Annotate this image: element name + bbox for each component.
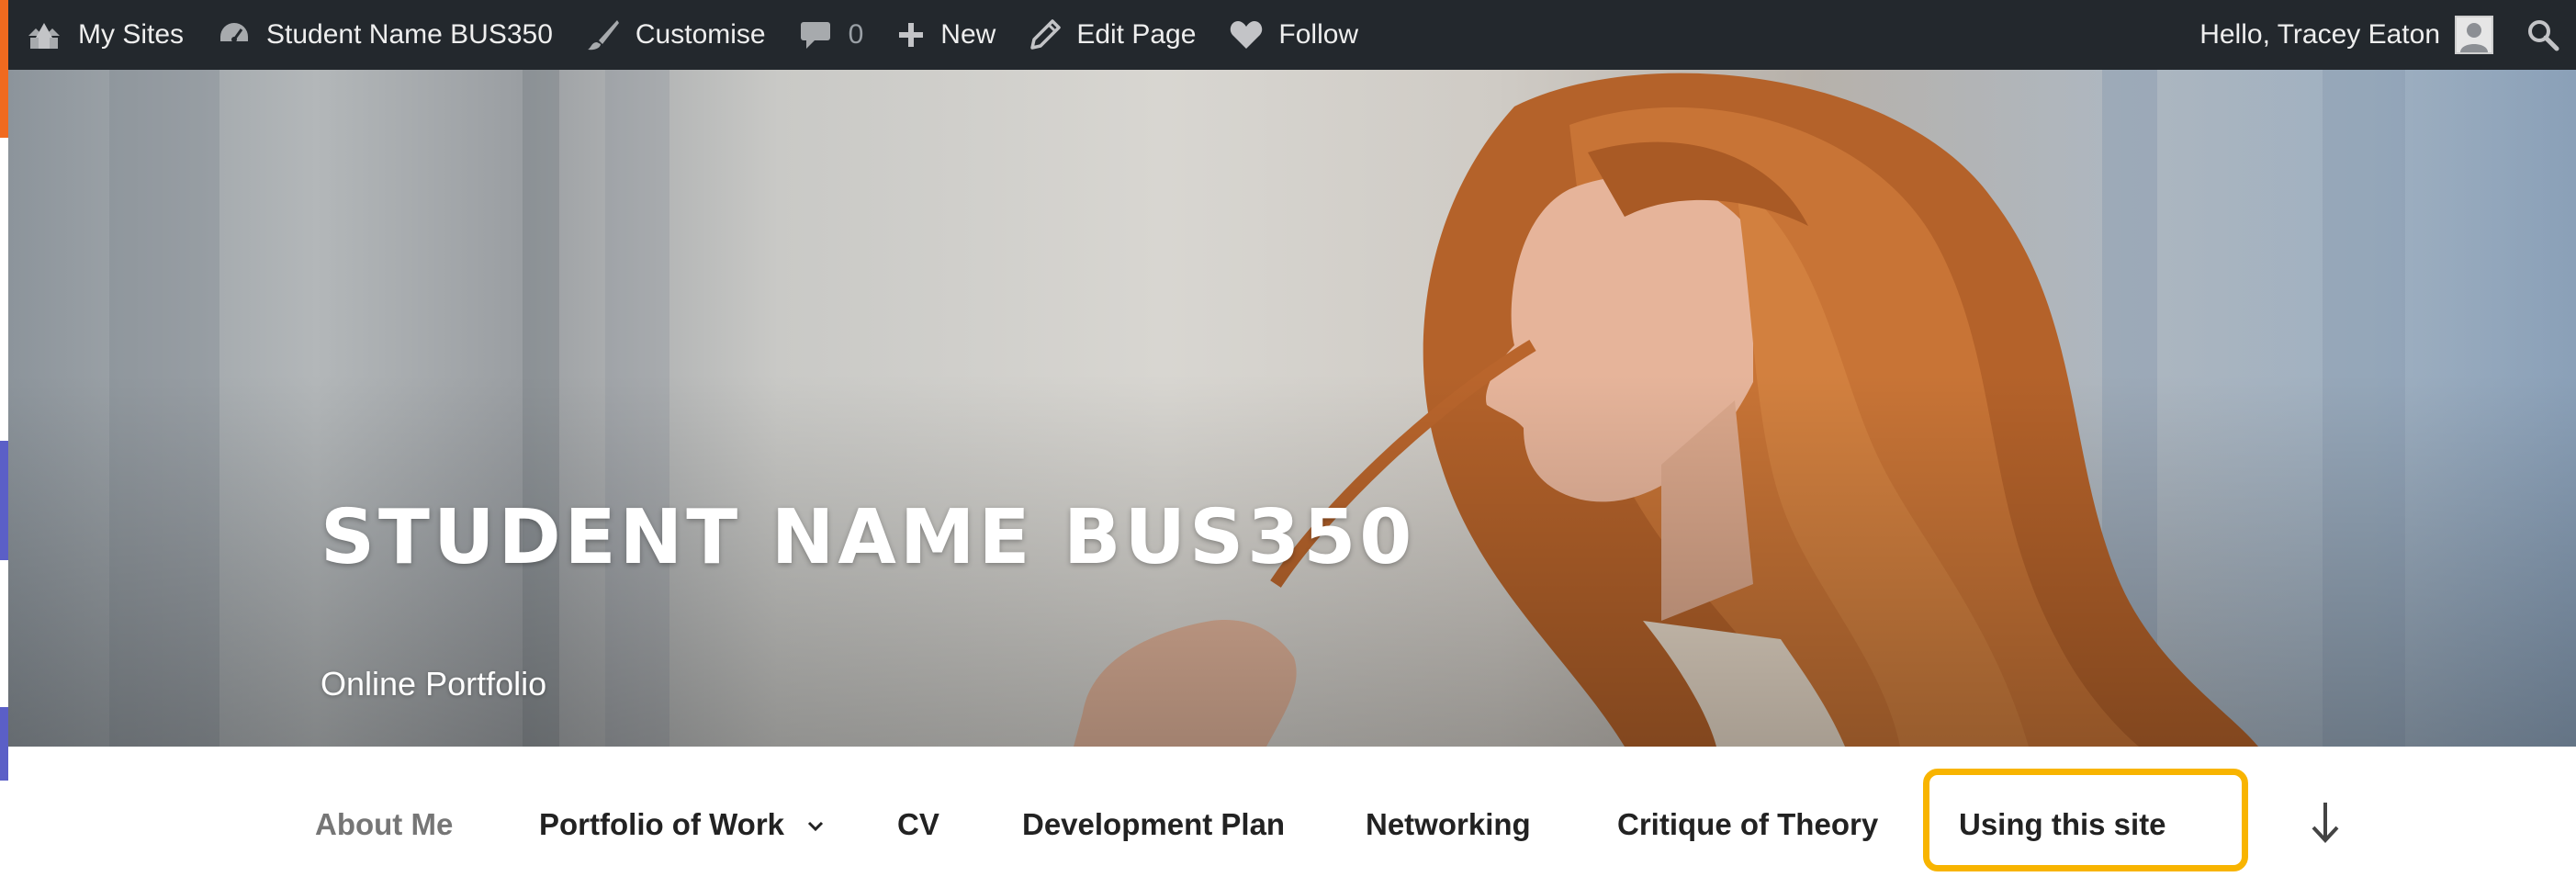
- nav-item-portfolio-of-work[interactable]: Portfolio of Work: [539, 807, 826, 842]
- chevron-down-icon: [808, 822, 824, 832]
- my-sites-icon: [28, 23, 60, 49]
- site-title[interactable]: STUDENT NAME BUS350: [321, 494, 1415, 581]
- nav-item-about-me[interactable]: About Me: [315, 807, 453, 842]
- account-menu[interactable]: Hello, Tracey Eaton: [2183, 0, 2510, 70]
- nav-item-development-plan[interactable]: Development Plan: [1022, 807, 1285, 842]
- my-sites-label: My Sites: [78, 19, 185, 50]
- avatar-icon: [2455, 16, 2493, 54]
- customise-label: Customise: [635, 19, 766, 50]
- follow-label: Follow: [1278, 19, 1359, 50]
- nav-item-cv[interactable]: CV: [897, 807, 939, 842]
- site-menu[interactable]: Student Name BUS350: [200, 0, 569, 70]
- site-name-label: Student Name BUS350: [266, 19, 553, 50]
- greeting-label: Hello, Tracey Eaton: [2199, 19, 2440, 50]
- banner-overlay: [8, 70, 2576, 747]
- admin-bar-right: Hello, Tracey Eaton: [2183, 0, 2576, 70]
- plus-icon: [899, 23, 924, 47]
- search-button[interactable]: [2510, 0, 2576, 70]
- nav-item-networking[interactable]: Networking: [1366, 807, 1531, 842]
- customise-link[interactable]: Customise: [569, 0, 782, 70]
- nav-item-label: Portfolio of Work: [539, 807, 785, 841]
- comments-link[interactable]: 0: [782, 0, 881, 70]
- admin-bar: My Sites Student Name BUS350 Customise 0…: [8, 0, 2576, 70]
- nav-item-critique-of-theory[interactable]: Critique of Theory: [1617, 807, 1878, 842]
- comment-icon: [800, 22, 830, 49]
- header-banner: STUDENT NAME BUS350 Online Portfolio: [8, 70, 2576, 747]
- site-description: Online Portfolio: [321, 665, 547, 703]
- edit-page-link[interactable]: Edit Page: [1012, 0, 1212, 70]
- new-label: New: [940, 19, 996, 50]
- search-icon: [2528, 20, 2559, 51]
- arrow-down-icon[interactable]: [2309, 799, 2342, 845]
- my-sites-menu[interactable]: My Sites: [8, 0, 200, 70]
- edit-page-label: Edit Page: [1076, 19, 1197, 50]
- dashboard-icon: [220, 23, 249, 42]
- nav-item-using-this-site[interactable]: Using this site: [1959, 807, 2166, 842]
- pencil-icon: [1030, 19, 1062, 50]
- comments-count: 0: [848, 19, 864, 50]
- main-navigation: About Me Portfolio of Work CV Developmen…: [8, 747, 2576, 888]
- follow-link[interactable]: Follow: [1212, 0, 1375, 70]
- heart-icon: [1231, 21, 1263, 49]
- browser-edge-accent: [0, 0, 8, 138]
- brush-icon: [587, 20, 619, 51]
- browser-edge-gap: [0, 560, 8, 707]
- new-content-menu[interactable]: New: [880, 0, 1012, 70]
